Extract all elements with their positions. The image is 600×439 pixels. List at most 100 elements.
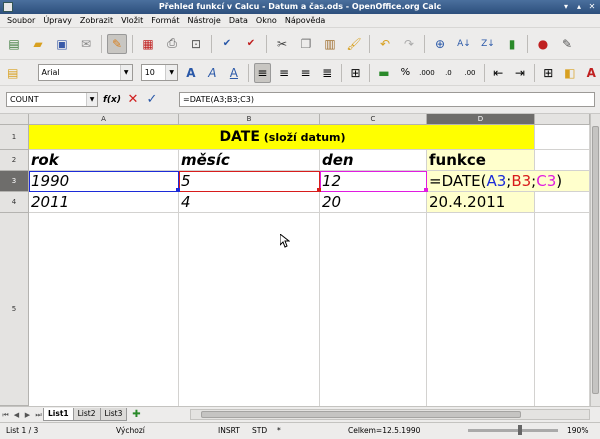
save-icon[interactable]: ▣ (52, 34, 72, 54)
decrease-indent-icon[interactable]: ⇤ (490, 63, 508, 83)
increase-indent-icon[interactable]: ⇥ (511, 63, 529, 83)
maximize-button[interactable]: ▴ (573, 1, 585, 13)
status-page-style[interactable]: Výchozí (116, 426, 145, 435)
sheet-tab-list3[interactable]: List3 (99, 408, 128, 421)
styles-icon[interactable]: ▤ (4, 63, 22, 83)
add-sheet-icon[interactable]: ✚ (129, 409, 143, 421)
copy-icon[interactable]: ❐ (296, 34, 316, 54)
vertical-scroll-thumb[interactable] (592, 126, 599, 394)
zoom-slider-knob[interactable] (518, 425, 522, 435)
merge-cells-icon[interactable]: ⊞ (347, 63, 365, 83)
cell-c3[interactable]: 12 (320, 171, 427, 192)
add-decimal-icon[interactable]: .0 (440, 63, 458, 83)
cell-a4[interactable]: 2011 (29, 192, 179, 213)
standard-number-icon[interactable]: .000 (418, 63, 436, 83)
sheet-tab-list1[interactable]: List1 (43, 408, 74, 421)
zoom-slider[interactable] (468, 429, 558, 432)
row-header-2[interactable]: 2 (0, 150, 29, 171)
paste-icon[interactable]: ▥ (320, 34, 340, 54)
column-header-a[interactable]: A (29, 114, 179, 125)
select-all-corner[interactable] (0, 114, 29, 125)
spreadsheet-grid[interactable]: A B C D 1 2 3 4 5 DATE (složí datum) rok… (0, 114, 600, 406)
row-header-3[interactable]: 3 (0, 171, 29, 192)
sort-ascending-icon[interactable]: A↓ (454, 34, 474, 54)
horizontal-scroll-thumb[interactable] (201, 411, 521, 418)
title-cell[interactable]: DATE (složí datum) (29, 125, 535, 150)
menu-zobrazit[interactable]: Zobrazit (76, 14, 117, 28)
cell-a3[interactable]: 1990 (29, 171, 179, 192)
navigator-icon[interactable]: ✎ (557, 34, 577, 54)
formula-input[interactable]: =DATE(A3;B3;C3) (179, 92, 595, 107)
cell-a5[interactable] (29, 213, 179, 406)
status-selection-mode[interactable]: STD (252, 426, 267, 435)
sort-descending-icon[interactable]: Z↓ (478, 34, 498, 54)
align-right-icon[interactable]: ≡ (297, 63, 315, 83)
bold-icon[interactable]: A (182, 63, 200, 83)
chart-icon[interactable]: ▮ (502, 34, 522, 54)
currency-icon[interactable]: ▬ (375, 63, 393, 83)
menu-vlozit[interactable]: Vložit (117, 14, 147, 28)
cell-b2[interactable]: měsíc (179, 150, 320, 171)
align-left-icon[interactable]: ≡ (253, 62, 272, 83)
prev-sheet-icon[interactable]: ◀ (11, 409, 22, 421)
format-paintbrush-icon[interactable]: 🖌 (344, 34, 364, 54)
cell-e4[interactable] (535, 192, 590, 213)
cell-b3[interactable]: 5 (179, 171, 320, 192)
name-box[interactable]: COUNT ▼ (6, 92, 98, 107)
new-document-icon[interactable]: ▤ (4, 34, 24, 54)
print-preview-icon[interactable]: ⊡ (186, 34, 206, 54)
menu-okno[interactable]: Okno (252, 14, 281, 28)
cell-b5[interactable] (179, 213, 320, 406)
export-pdf-icon[interactable]: ▦ (138, 34, 158, 54)
menu-upravy[interactable]: Úpravy (39, 14, 76, 28)
status-zoom[interactable]: 190% (567, 426, 588, 435)
align-center-icon[interactable]: ≡ (275, 63, 293, 83)
menu-format[interactable]: Formát (147, 14, 183, 28)
cell-d2[interactable]: funkce (427, 150, 535, 171)
percent-icon[interactable]: % (397, 63, 415, 83)
font-color-icon[interactable]: A (583, 63, 600, 83)
row-header-4[interactable]: 4 (0, 192, 29, 213)
function-wizard-icon[interactable]: f(x) (103, 95, 121, 105)
accept-icon[interactable]: ✓ (145, 92, 159, 107)
font-size-dropdown[interactable]: 10 ▼ (140, 64, 179, 81)
status-insert-mode[interactable]: INSRT (218, 426, 240, 435)
row-header-1[interactable]: 1 (0, 125, 29, 150)
column-header-c[interactable]: C (320, 114, 427, 125)
autospell-icon[interactable]: ✔ (241, 34, 261, 54)
open-folder-icon[interactable]: ▰ (28, 34, 48, 54)
borders-icon[interactable]: ⊞ (539, 63, 557, 83)
print-icon[interactable]: ⎙ (162, 34, 182, 54)
font-name-dropdown[interactable]: Arial ▼ (37, 64, 133, 81)
row-header-5[interactable]: 5 (0, 213, 29, 406)
column-header-b[interactable]: B (179, 114, 320, 125)
underline-icon[interactable]: A (225, 63, 243, 83)
cell-d4[interactable]: 20.4.2011 (427, 192, 535, 213)
edit-mode-icon[interactable]: ✎ (107, 33, 127, 54)
italic-icon[interactable]: A (204, 63, 222, 83)
vertical-scrollbar[interactable] (590, 114, 600, 406)
hyperlink-icon[interactable]: ⊕ (430, 34, 450, 54)
cell-d5[interactable] (427, 213, 535, 406)
spellcheck-icon[interactable]: ✔ (217, 34, 237, 54)
next-sheet-icon[interactable]: ▶ (22, 409, 33, 421)
close-button[interactable]: ✕ (586, 1, 598, 13)
column-header-d[interactable]: D (427, 114, 535, 125)
minimize-button[interactable]: ▾ (560, 1, 572, 13)
first-sheet-icon[interactable]: ⏮ (0, 409, 11, 421)
cancel-icon[interactable]: ✕ (126, 92, 140, 107)
cut-icon[interactable]: ✂ (272, 34, 292, 54)
background-color-icon[interactable]: ◧ (561, 63, 579, 83)
menu-napoveda[interactable]: Nápověda (281, 14, 330, 28)
email-icon[interactable]: ✉ (76, 34, 96, 54)
undo-icon[interactable]: ↶ (375, 34, 395, 54)
cell-e2[interactable] (535, 150, 590, 171)
sheet-tab-list2[interactable]: List2 (72, 408, 101, 421)
cell-e1[interactable] (535, 125, 590, 150)
column-header-e[interactable] (535, 114, 590, 125)
show-draw-icon[interactable]: ● (533, 34, 553, 54)
menu-data[interactable]: Data (225, 14, 252, 28)
cell-a2[interactable]: rok (29, 150, 179, 171)
remove-decimal-icon[interactable]: .00 (461, 63, 479, 83)
cell-e5[interactable] (535, 213, 590, 406)
